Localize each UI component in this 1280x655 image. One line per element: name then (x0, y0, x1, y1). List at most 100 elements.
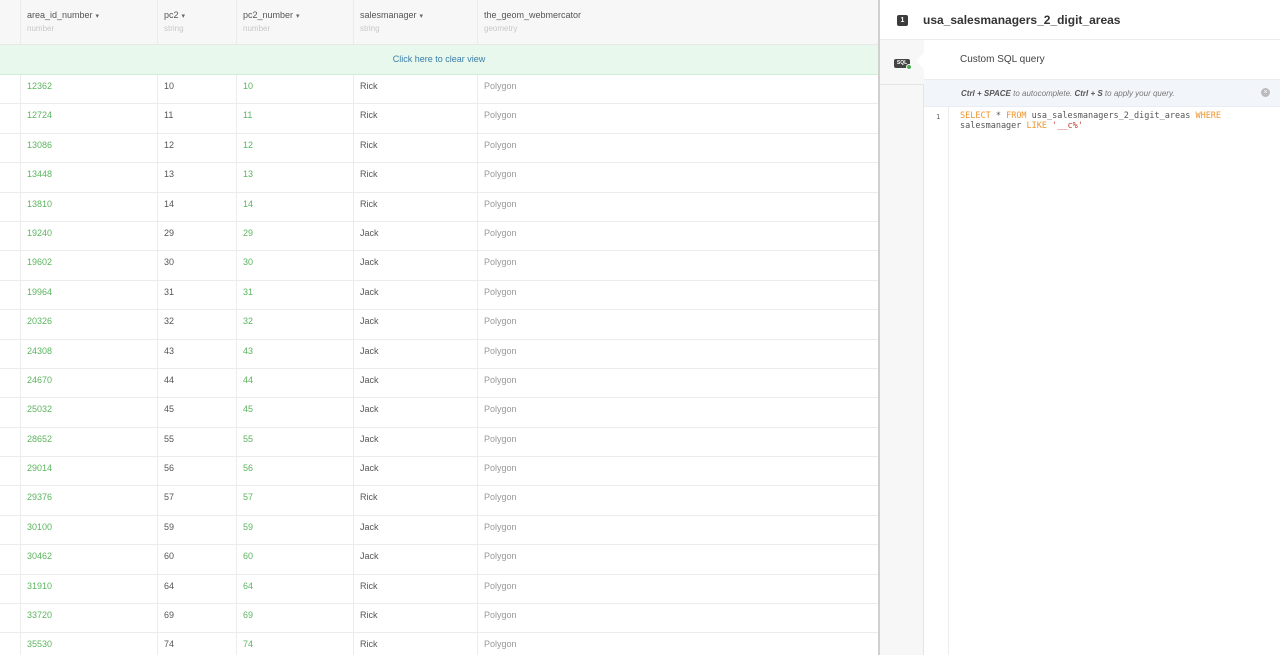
table-row[interactable]: 25032 45 45 Jack Polygon (0, 398, 878, 428)
sort-caret-icon[interactable]: ▾ (296, 13, 300, 20)
cell-pc2[interactable]: 57 (157, 486, 236, 515)
table-row[interactable]: 19602 30 30 Jack Polygon (0, 251, 878, 281)
cell-area-id-number[interactable]: 30462 (20, 545, 157, 574)
column-header-area-id-number[interactable]: area_id_number ▾ number (20, 0, 157, 45)
cell-area-id-number[interactable]: 30100 (20, 515, 157, 545)
cell-pc2[interactable]: 29 (157, 221, 236, 251)
sort-caret-icon[interactable]: ▾ (420, 13, 424, 20)
cell-the-geom-webmercator[interactable]: Polygon (477, 457, 878, 486)
table-row[interactable]: 31910 64 64 Rick Polygon (0, 574, 878, 605)
cell-area-id-number[interactable]: 13086 (20, 133, 157, 163)
cell-pc2[interactable]: 30 (157, 251, 236, 280)
cell-pc2[interactable]: 31 (157, 280, 236, 310)
cell-salesmanager[interactable]: Rick (353, 486, 477, 515)
column-header-the-geom-webmercator[interactable]: the_geom_webmercator geometry (477, 0, 878, 45)
table-row[interactable]: 12724 11 11 Rick Polygon (0, 104, 878, 134)
cell-pc2[interactable]: 64 (157, 574, 236, 604)
cell-pc2[interactable]: 12 (157, 133, 236, 163)
cell-the-geom-webmercator[interactable]: Polygon (477, 427, 878, 457)
cell-area-id-number[interactable]: 12724 (20, 104, 157, 133)
cell-the-geom-webmercator[interactable]: Polygon (477, 515, 878, 545)
cell-salesmanager[interactable]: Jack (353, 427, 477, 457)
cell-area-id-number[interactable]: 19964 (20, 280, 157, 310)
cell-pc2[interactable]: 69 (157, 604, 236, 633)
column-header-pc2[interactable]: pc2 ▾ string (157, 0, 236, 45)
cell-salesmanager[interactable]: Rick (353, 163, 477, 192)
cell-salesmanager[interactable]: Jack (353, 545, 477, 574)
cell-pc2[interactable]: 74 (157, 633, 236, 655)
cell-pc2[interactable]: 60 (157, 545, 236, 574)
close-hint-icon[interactable]: × (1261, 88, 1270, 97)
table-row[interactable]: 13810 14 14 Rick Polygon (0, 192, 878, 222)
table-row[interactable]: 28652 55 55 Jack Polygon (0, 427, 878, 458)
table-row[interactable]: 13086 12 12 Rick Polygon (0, 133, 878, 164)
cell-pc2-number[interactable]: 29 (236, 221, 353, 251)
clear-view-button[interactable]: Click here to clear view (0, 45, 878, 75)
cell-salesmanager[interactable]: Rick (353, 633, 477, 655)
cell-pc2[interactable]: 43 (157, 339, 236, 368)
table-row[interactable]: 24308 43 43 Jack Polygon (0, 339, 878, 369)
cell-pc2-number[interactable]: 10 (236, 75, 353, 104)
cell-area-id-number[interactable]: 19240 (20, 221, 157, 251)
cell-area-id-number[interactable]: 19602 (20, 251, 157, 280)
cell-salesmanager[interactable]: Jack (353, 515, 477, 545)
cell-the-geom-webmercator[interactable]: Polygon (477, 398, 878, 427)
cell-salesmanager[interactable]: Rick (353, 75, 477, 104)
cell-salesmanager[interactable]: Jack (353, 251, 477, 280)
cell-pc2-number[interactable]: 45 (236, 398, 353, 427)
table-row[interactable]: 30462 60 60 Jack Polygon (0, 545, 878, 575)
cell-pc2-number[interactable]: 60 (236, 545, 353, 574)
cell-area-id-number[interactable]: 20326 (20, 310, 157, 339)
cell-area-id-number[interactable]: 24670 (20, 368, 157, 398)
cell-the-geom-webmercator[interactable]: Polygon (477, 574, 878, 604)
cell-the-geom-webmercator[interactable]: Polygon (477, 163, 878, 192)
cell-the-geom-webmercator[interactable]: Polygon (477, 604, 878, 633)
cell-salesmanager[interactable]: Rick (353, 192, 477, 221)
cell-salesmanager[interactable]: Rick (353, 574, 477, 604)
cell-salesmanager[interactable]: Jack (353, 280, 477, 310)
cell-salesmanager[interactable]: Rick (353, 104, 477, 133)
column-header-pc2-number[interactable]: pc2_number ▾ number (236, 0, 353, 45)
cell-the-geom-webmercator[interactable]: Polygon (477, 633, 878, 655)
cell-pc2-number[interactable]: 64 (236, 574, 353, 604)
cell-salesmanager[interactable]: Rick (353, 604, 477, 633)
cell-pc2-number[interactable]: 44 (236, 368, 353, 398)
cell-pc2-number[interactable]: 43 (236, 339, 353, 368)
cell-pc2-number[interactable]: 30 (236, 251, 353, 280)
table-row[interactable]: 24670 44 44 Jack Polygon (0, 368, 878, 399)
table-row[interactable]: 19240 29 29 Jack Polygon (0, 221, 878, 252)
cell-salesmanager[interactable]: Jack (353, 221, 477, 251)
cell-pc2-number[interactable]: 13 (236, 163, 353, 192)
sort-caret-icon[interactable]: ▾ (182, 13, 186, 20)
column-header-salesmanager[interactable]: salesmanager ▾ string (353, 0, 477, 45)
cell-salesmanager[interactable]: Jack (353, 368, 477, 398)
cell-area-id-number[interactable]: 33720 (20, 604, 157, 633)
cell-the-geom-webmercator[interactable]: Polygon (477, 310, 878, 339)
cell-salesmanager[interactable]: Jack (353, 339, 477, 368)
cell-the-geom-webmercator[interactable]: Polygon (477, 104, 878, 133)
cell-salesmanager[interactable]: Jack (353, 398, 477, 427)
cell-salesmanager[interactable]: Jack (353, 457, 477, 486)
cell-the-geom-webmercator[interactable]: Polygon (477, 133, 878, 163)
cell-area-id-number[interactable]: 13810 (20, 192, 157, 221)
cell-pc2[interactable]: 13 (157, 163, 236, 192)
cell-area-id-number[interactable]: 29014 (20, 457, 157, 486)
table-row[interactable]: 12362 10 10 Rick Polygon (0, 75, 878, 105)
cell-pc2-number[interactable]: 12 (236, 133, 353, 163)
cell-pc2[interactable]: 56 (157, 457, 236, 486)
table-row[interactable]: 35530 74 74 Rick Polygon (0, 633, 878, 655)
cell-the-geom-webmercator[interactable]: Polygon (477, 251, 878, 280)
cell-pc2[interactable]: 10 (157, 75, 236, 104)
table-row[interactable]: 29014 56 56 Jack Polygon (0, 457, 878, 487)
cell-pc2-number[interactable]: 69 (236, 604, 353, 633)
cell-pc2-number[interactable]: 14 (236, 192, 353, 221)
cell-area-id-number[interactable]: 25032 (20, 398, 157, 427)
cell-salesmanager[interactable]: Jack (353, 310, 477, 339)
cell-the-geom-webmercator[interactable]: Polygon (477, 545, 878, 574)
cell-pc2-number[interactable]: 56 (236, 457, 353, 486)
cell-area-id-number[interactable]: 13448 (20, 163, 157, 192)
cell-the-geom-webmercator[interactable]: Polygon (477, 368, 878, 398)
cell-the-geom-webmercator[interactable]: Polygon (477, 339, 878, 368)
cell-pc2[interactable]: 59 (157, 515, 236, 545)
cell-area-id-number[interactable]: 35530 (20, 633, 157, 655)
